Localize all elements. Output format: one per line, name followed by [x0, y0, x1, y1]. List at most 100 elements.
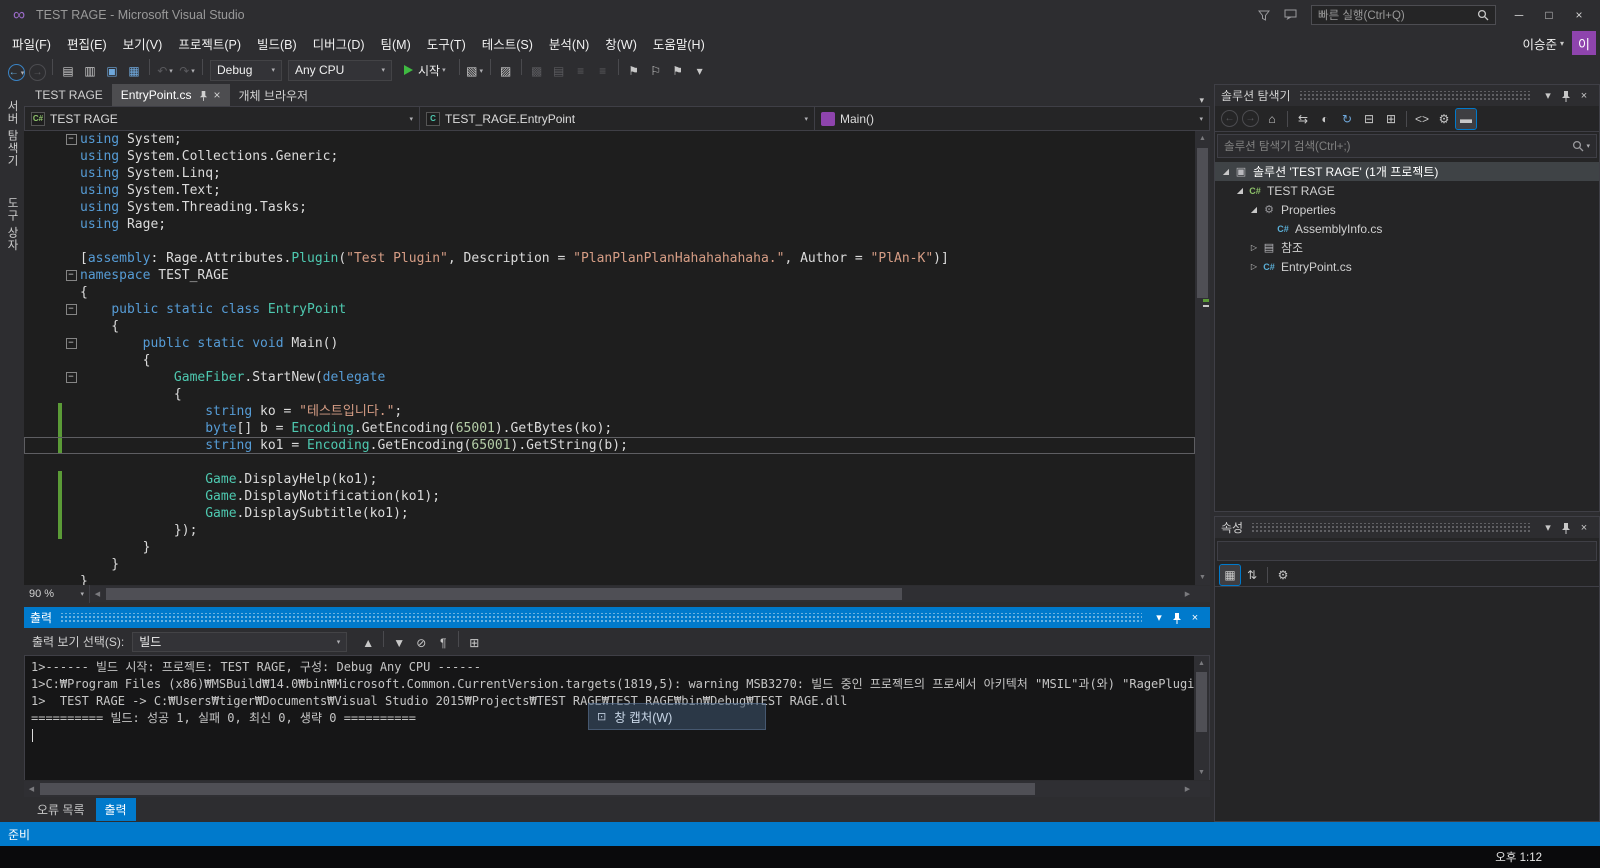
breakpoint-margin[interactable]: [24, 250, 58, 267]
chevron-down-icon[interactable]: ▾: [1560, 39, 1564, 48]
editor-horizontal-scrollbar[interactable]: ◀ ▶: [90, 586, 1195, 602]
scrollbar-thumb[interactable]: [40, 783, 1035, 795]
undo-icon[interactable]: ↶▾: [155, 61, 175, 81]
pin-icon[interactable]: [1557, 90, 1575, 102]
code-line[interactable]: Game.DisplayHelp(ko1);: [24, 471, 1195, 488]
tree-item[interactable]: ◢C#TEST RAGE: [1215, 181, 1599, 200]
tree-item[interactable]: C#AssemblyInfo.cs: [1215, 219, 1599, 238]
menu-item[interactable]: 창(W): [597, 35, 645, 55]
close-icon[interactable]: ×: [1575, 522, 1593, 534]
quick-launch-input[interactable]: 빠른 실행(Ctrl+Q): [1311, 5, 1496, 25]
close-icon[interactable]: ×: [1575, 90, 1593, 102]
close-icon[interactable]: ×: [214, 88, 221, 102]
menu-item[interactable]: 분석(N): [541, 35, 597, 55]
properties-title-bar[interactable]: 속성 ▾ ×: [1215, 517, 1599, 538]
doc-tab[interactable]: 개체 브라우저: [230, 84, 318, 106]
alphabetical-icon[interactable]: ⇅: [1242, 565, 1262, 585]
properties-object-dropdown[interactable]: [1217, 541, 1597, 561]
panel-tab[interactable]: 출력: [96, 798, 136, 821]
show-all-files-icon[interactable]: ⊞: [1381, 109, 1401, 129]
tree-item[interactable]: ▷C#EntryPoint.cs: [1215, 257, 1599, 276]
tree-item[interactable]: ▷▤참조: [1215, 238, 1599, 257]
minimize-button[interactable]: ─: [1504, 4, 1534, 26]
tree-expanded-icon[interactable]: ◢: [1233, 186, 1247, 195]
breakpoint-margin[interactable]: [24, 267, 58, 284]
maximize-button[interactable]: □: [1534, 4, 1564, 26]
properties-icon[interactable]: ⚙: [1434, 109, 1454, 129]
new-project-icon[interactable]: ▤: [58, 61, 78, 81]
avatar[interactable]: 이: [1572, 31, 1596, 55]
output-title-bar[interactable]: 출력 ▾ ×: [24, 607, 1210, 628]
close-icon[interactable]: ×: [1186, 612, 1204, 624]
pin-icon[interactable]: [199, 90, 208, 101]
bookmark-prev-icon[interactable]: ⚐: [646, 61, 666, 81]
nav-forward-icon[interactable]: →: [29, 64, 46, 81]
breakpoint-margin[interactable]: [24, 454, 58, 471]
scroll-left-icon[interactable]: ◀: [24, 785, 39, 793]
code-line[interactable]: });: [24, 522, 1195, 539]
preview-selected-icon[interactable]: ▬: [1456, 109, 1476, 129]
window-position-icon[interactable]: ▾: [1539, 521, 1557, 534]
breakpoint-margin[interactable]: [24, 284, 58, 301]
indent-icon[interactable]: ≡: [571, 61, 591, 81]
home-icon[interactable]: ⌂: [1262, 109, 1282, 129]
code-line[interactable]: Game.DisplaySubtitle(ko1);: [24, 505, 1195, 522]
code-line[interactable]: }: [24, 556, 1195, 573]
bookmark-next-icon[interactable]: ⚑: [668, 61, 688, 81]
se-back-icon[interactable]: ←: [1221, 110, 1238, 127]
save-icon[interactable]: ▣: [102, 61, 122, 81]
platform-dropdown[interactable]: Any CPU ▾: [288, 60, 392, 81]
pin-icon[interactable]: [1557, 522, 1575, 534]
breakpoint-margin[interactable]: [24, 199, 58, 216]
menu-item[interactable]: 보기(V): [115, 35, 171, 55]
breakpoint-margin[interactable]: [24, 148, 58, 165]
menu-item[interactable]: 테스트(S): [474, 35, 541, 55]
member-dropdown[interactable]: Main() ▾: [815, 107, 1209, 130]
breakpoint-margin[interactable]: [24, 505, 58, 522]
clear-all-icon[interactable]: ⊘: [411, 633, 431, 653]
code-line[interactable]: − GameFiber.StartNew(delegate: [24, 369, 1195, 386]
doc-tab[interactable]: EntryPoint.cs×: [112, 84, 230, 106]
code-line[interactable]: − public static class EntryPoint: [24, 301, 1195, 318]
code-line[interactable]: using System.Linq;: [24, 165, 1195, 182]
nav-back-icon[interactable]: ←▾: [8, 64, 25, 81]
output-source-dropdown[interactable]: 빌드 ▾: [132, 632, 347, 652]
goto-next-message-icon[interactable]: ▼: [389, 633, 409, 653]
scrollbar-thumb[interactable]: [1196, 672, 1207, 732]
window-position-icon[interactable]: ▾: [1150, 611, 1168, 624]
scrollbar-thumb[interactable]: [106, 588, 902, 600]
breakpoint-margin[interactable]: [24, 403, 58, 420]
fold-margin[interactable]: −: [62, 301, 80, 318]
code-line[interactable]: byte[] b = Encoding.GetEncoding(65001).G…: [24, 420, 1195, 437]
menu-item[interactable]: 디버그(D): [305, 35, 373, 55]
code-view-icon[interactable]: <>: [1412, 109, 1432, 129]
pin-icon[interactable]: [1168, 612, 1186, 624]
scroll-down-icon[interactable]: ▼: [1195, 570, 1210, 585]
uncomment-icon[interactable]: ▤: [549, 61, 569, 81]
output-horizontal-scrollbar[interactable]: ◀ ▶: [24, 781, 1195, 797]
menu-item[interactable]: 팀(M): [373, 35, 419, 55]
breakpoint-margin[interactable]: [24, 216, 58, 233]
project-dropdown[interactable]: C# TEST RAGE ▾: [25, 107, 420, 130]
output-vertical-scrollbar[interactable]: ▲ ▼: [1194, 656, 1209, 780]
solution-explorer-title-bar[interactable]: 솔루션 탐색기 ▾ ×: [1215, 85, 1599, 106]
categorized-icon[interactable]: ▦: [1220, 565, 1240, 585]
breakpoint-margin[interactable]: [24, 386, 58, 403]
goto-prev-message-icon[interactable]: ▲: [358, 633, 378, 653]
menu-item[interactable]: 빌드(B): [249, 35, 305, 55]
se-forward-icon[interactable]: →: [1242, 110, 1259, 127]
fold-margin[interactable]: −: [62, 267, 80, 284]
tree-expanded-icon[interactable]: ◢: [1219, 167, 1233, 176]
breakpoint-margin[interactable]: [24, 318, 58, 335]
configuration-dropdown[interactable]: Debug ▾: [210, 60, 282, 81]
menu-item[interactable]: 파일(F): [4, 35, 59, 55]
doc-tab[interactable]: TEST RAGE: [26, 84, 112, 106]
code-line[interactable]: {: [24, 284, 1195, 301]
code-line[interactable]: using Rage;: [24, 216, 1195, 233]
menu-item[interactable]: 편집(E): [59, 35, 115, 55]
code-line[interactable]: string ko = "테스트입니다.";: [24, 403, 1195, 420]
active-files-icon[interactable]: ▾: [1199, 95, 1204, 106]
menu-item[interactable]: 도구(T): [419, 35, 474, 55]
breakpoint-margin[interactable]: [24, 522, 58, 539]
window-position-icon[interactable]: ▾: [1539, 89, 1557, 102]
